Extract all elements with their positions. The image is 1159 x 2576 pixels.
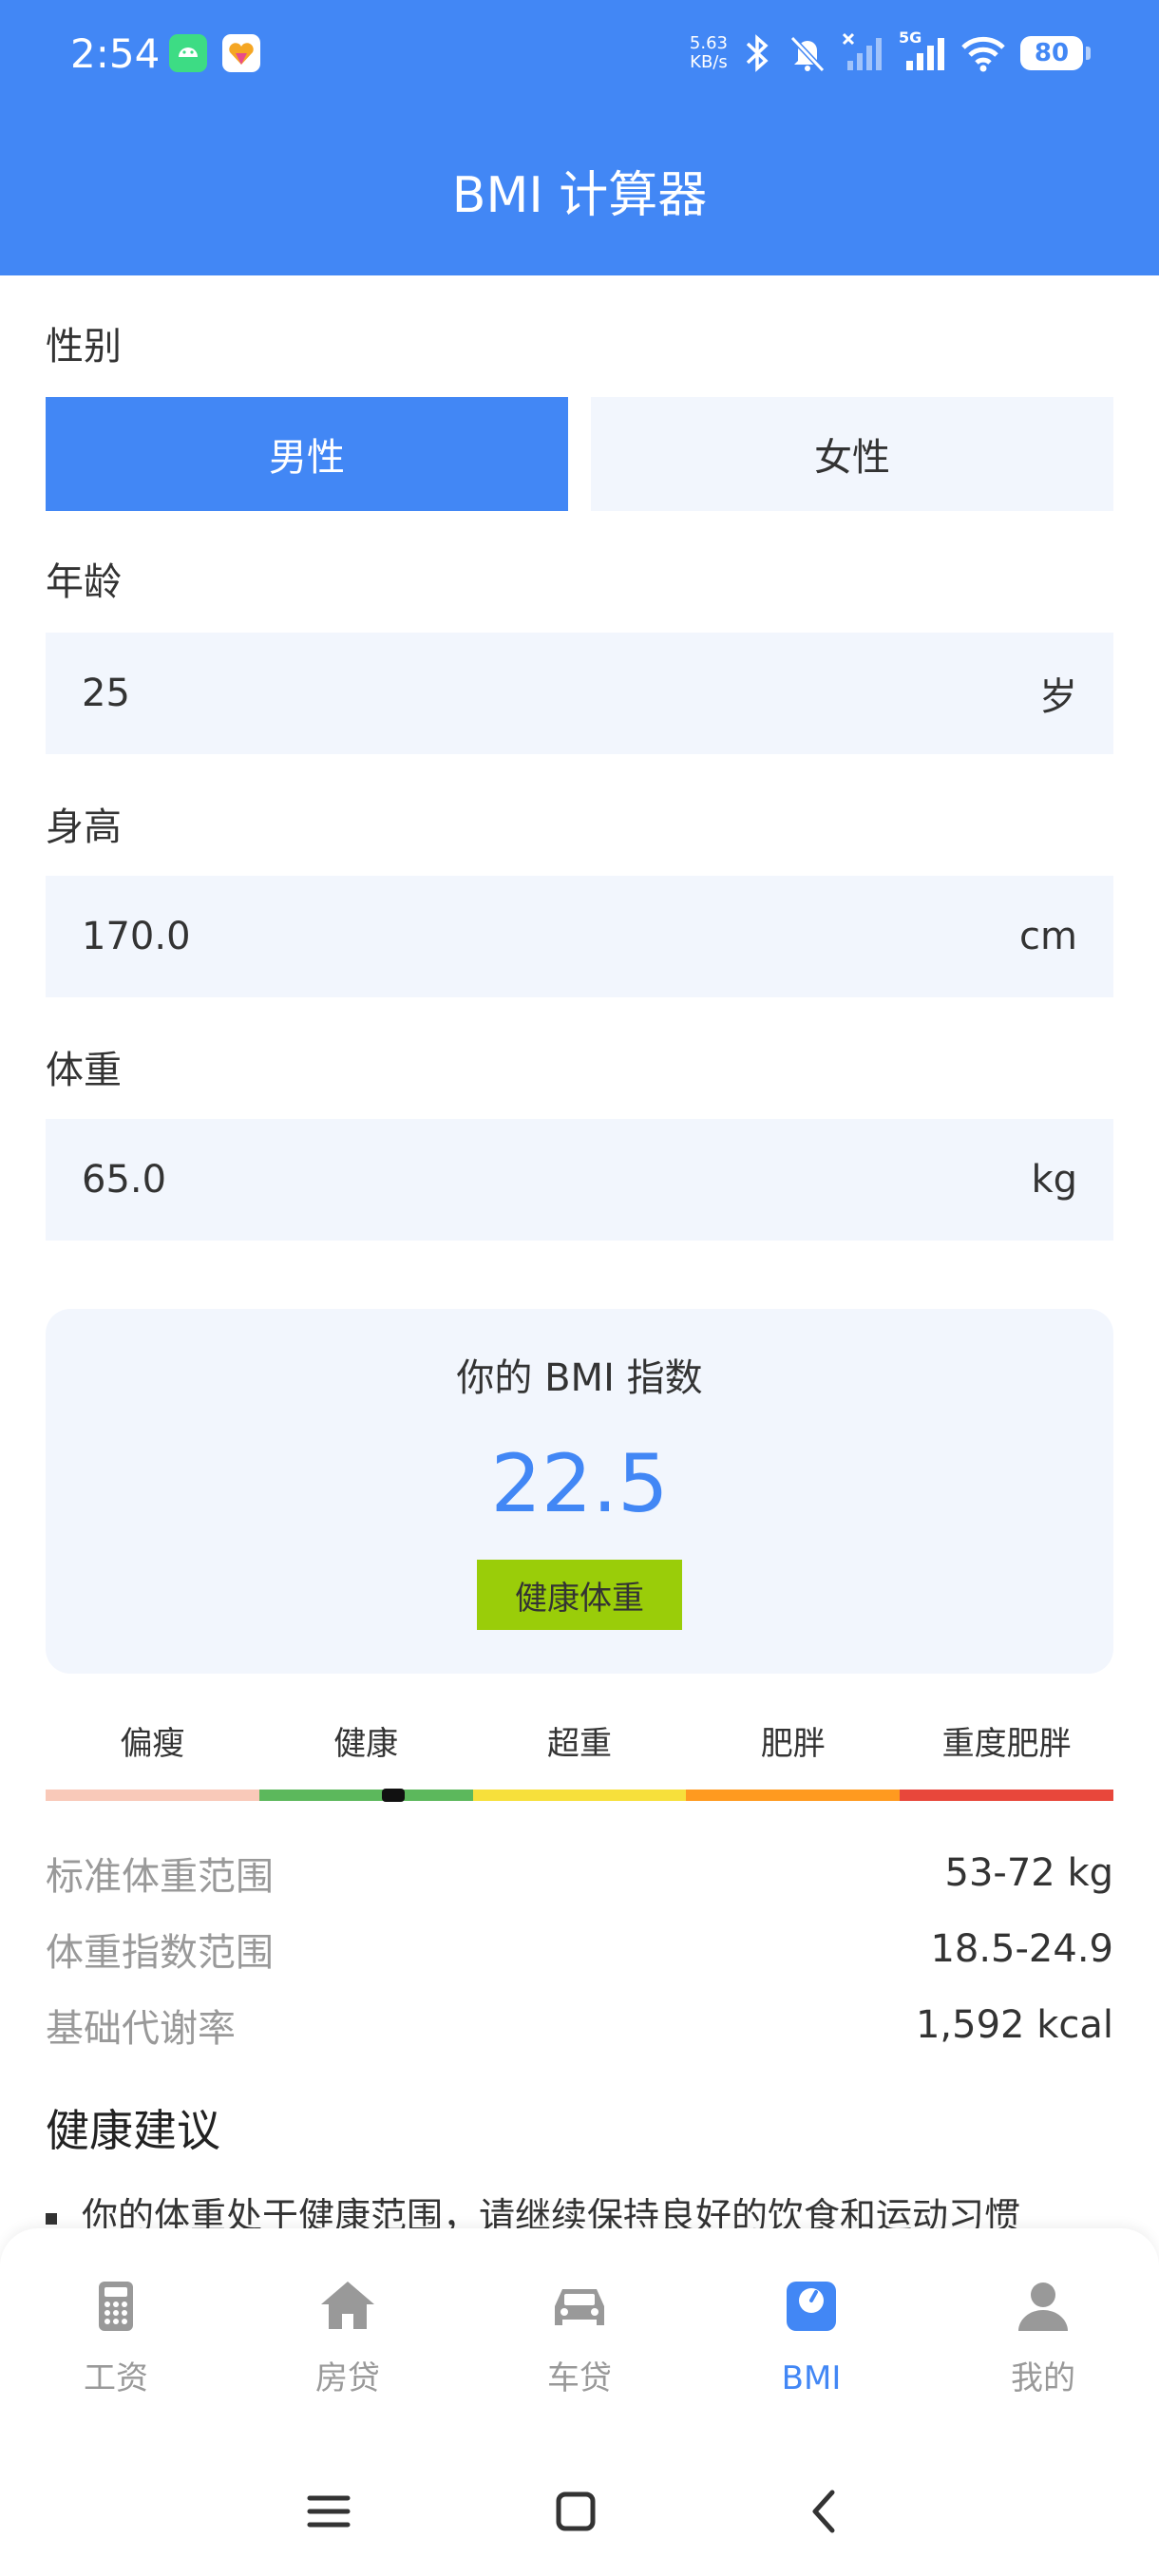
bmi-scale-labels: 偏瘦 健康 超重 肥胖 重度肥胖 bbox=[46, 1717, 1113, 1771]
nav-item-profile[interactable]: 我的 bbox=[927, 2228, 1159, 2437]
android-app-icon bbox=[169, 34, 207, 72]
weight-label: 体重 bbox=[46, 1049, 122, 1092]
heart-app-icon bbox=[222, 34, 260, 72]
bluetooth-icon bbox=[746, 34, 769, 72]
status-time: 2:54 bbox=[70, 30, 161, 77]
scale-segment-obese bbox=[686, 1790, 901, 1801]
nav-label-bmi: BMI bbox=[781, 2359, 842, 2397]
scale-label-underweight: 偏瘦 bbox=[120, 1725, 185, 1763]
calculator-icon bbox=[99, 2282, 133, 2331]
home-square-icon bbox=[556, 2491, 596, 2531]
height-unit: cm bbox=[1019, 915, 1077, 958]
back-button[interactable] bbox=[796, 2483, 853, 2540]
scale-label-obese: 肥胖 bbox=[760, 1725, 826, 1763]
nav-label-salary: 工资 bbox=[84, 2359, 148, 2397]
menu-button[interactable] bbox=[300, 2483, 357, 2540]
gender-female-button[interactable]: 女性 bbox=[591, 397, 1113, 511]
person-icon bbox=[1018, 2282, 1068, 2331]
app-header: 2:54 5.63 KB/s 5G 80 BMI 计算器 bbox=[0, 0, 1159, 275]
signal-weak-icon bbox=[842, 32, 882, 70]
age-field[interactable]: 岁 bbox=[46, 633, 1113, 754]
bmi-scale-bar bbox=[46, 1790, 1113, 1801]
standard-weight-value: 53-72 kg bbox=[944, 1851, 1114, 1895]
advice-title: 健康建议 bbox=[46, 2105, 220, 2156]
gender-male-button[interactable]: 男性 bbox=[46, 397, 568, 511]
bmi-calculator-screen: 2:54 5.63 KB/s 5G 80 BMI 计算器 性别 男性 女性 年龄… bbox=[0, 0, 1159, 2576]
system-nav-bar bbox=[0, 2437, 1159, 2576]
nav-label-profile: 我的 bbox=[1011, 2359, 1075, 2397]
bmi-result-card: 你的 BMI 指数 22.5 健康体重 bbox=[46, 1309, 1113, 1674]
bmr-label: 基础代谢率 bbox=[46, 2007, 236, 2051]
mute-icon bbox=[789, 35, 826, 73]
bmi-range-row: 体重指数范围 18.5-24.9 bbox=[46, 1921, 1113, 1978]
bmi-value: 22.5 bbox=[490, 1437, 669, 1530]
standard-weight-label: 标准体重范围 bbox=[46, 1855, 274, 1899]
scale-segment-severely-obese bbox=[900, 1790, 1113, 1801]
bmi-range-label: 体重指数范围 bbox=[46, 1931, 274, 1975]
battery-indicator: 80 bbox=[1020, 36, 1091, 70]
scale-label-severely-obese: 重度肥胖 bbox=[941, 1725, 1072, 1763]
height-input[interactable] bbox=[82, 915, 747, 958]
age-label: 年龄 bbox=[46, 560, 122, 604]
weight-input[interactable] bbox=[82, 1158, 747, 1202]
nav-label-car-loan: 车贷 bbox=[547, 2359, 612, 2397]
bmi-scale-marker bbox=[382, 1789, 406, 1802]
nav-item-salary[interactable]: 工资 bbox=[0, 2228, 232, 2437]
house-icon bbox=[321, 2282, 374, 2329]
scale-icon bbox=[787, 2282, 836, 2331]
back-icon bbox=[812, 2490, 835, 2533]
scale-segment-overweight bbox=[472, 1790, 687, 1801]
weight-unit: kg bbox=[1031, 1158, 1077, 1202]
bmr-row: 基础代谢率 1,592 kcal bbox=[46, 1997, 1113, 2054]
signal-5g-icon: 5G bbox=[899, 28, 946, 74]
net-speed: 5.63 KB/s bbox=[689, 33, 728, 72]
nav-item-mortgage[interactable]: 房贷 bbox=[232, 2228, 464, 2437]
nav-item-bmi[interactable]: BMI bbox=[695, 2228, 927, 2437]
height-label: 身高 bbox=[46, 805, 122, 849]
bullet-icon bbox=[46, 2212, 57, 2225]
scale-label-overweight: 超重 bbox=[546, 1725, 612, 1763]
standard-weight-row: 标准体重范围 53-72 kg bbox=[46, 1845, 1113, 1902]
home-button[interactable] bbox=[547, 2483, 604, 2540]
status-badge: 健康体重 bbox=[477, 1560, 682, 1630]
car-icon bbox=[555, 2289, 604, 2325]
age-unit: 岁 bbox=[1039, 675, 1077, 719]
gender-label: 性别 bbox=[46, 325, 122, 369]
bmr-value: 1,592 kcal bbox=[915, 2003, 1113, 2047]
bmi-range-value: 18.5-24.9 bbox=[930, 1927, 1113, 1971]
bottom-nav: 工资 房贷 车贷 BMI 我的 bbox=[0, 2228, 1159, 2437]
wifi-icon bbox=[961, 36, 1005, 72]
menu-icon bbox=[307, 2495, 351, 2528]
scale-segment-underweight bbox=[46, 1790, 259, 1801]
status-icons: 5.63 KB/s 5G 80 bbox=[689, 25, 1091, 82]
result-title: 你的 BMI 指数 bbox=[456, 1356, 703, 1400]
scale-segment-healthy bbox=[258, 1790, 473, 1801]
nav-label-mortgage: 房贷 bbox=[315, 2359, 380, 2397]
page-title: BMI 计算器 bbox=[451, 167, 708, 224]
age-input[interactable] bbox=[82, 672, 747, 715]
nav-item-car-loan[interactable]: 车贷 bbox=[464, 2228, 695, 2437]
scale-label-healthy: 健康 bbox=[333, 1725, 399, 1763]
height-field[interactable]: cm bbox=[46, 876, 1113, 997]
weight-field[interactable]: kg bbox=[46, 1119, 1113, 1241]
